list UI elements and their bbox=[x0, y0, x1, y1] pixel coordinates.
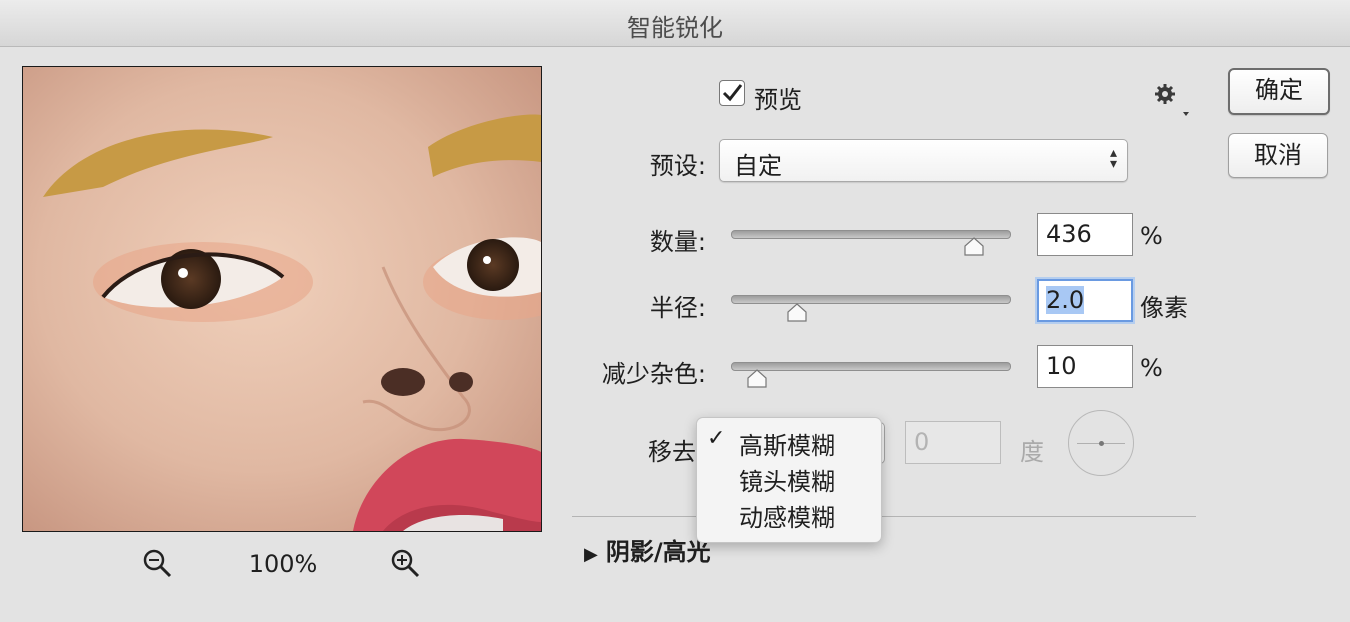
preset-select[interactable]: 自定 ▴ ▾ bbox=[719, 139, 1128, 182]
cancel-button[interactable]: 取消 bbox=[1228, 133, 1328, 178]
preset-value: 自定 bbox=[734, 152, 782, 180]
preview-image[interactable] bbox=[22, 66, 542, 532]
remove-label: 移去 bbox=[648, 438, 696, 466]
angle-dial bbox=[1068, 410, 1134, 476]
menu-item-lens-blur[interactable]: 镜头模糊 bbox=[697, 460, 881, 496]
menu-item-motion-blur[interactable]: 动感模糊 bbox=[697, 496, 881, 532]
updown-arrows-icon: ▴ ▾ bbox=[1109, 145, 1117, 172]
zoom-level: 100% bbox=[248, 550, 318, 578]
face-image bbox=[23, 67, 541, 531]
angle-dial-center bbox=[1099, 441, 1104, 446]
triangle-right-icon: ▶ bbox=[584, 544, 598, 565]
preview-checkbox[interactable] bbox=[719, 80, 745, 106]
zoom-out-icon[interactable] bbox=[142, 548, 172, 578]
reduce-noise-input[interactable]: 10 bbox=[1037, 345, 1133, 388]
radius-unit: 像素 bbox=[1140, 294, 1188, 322]
checkmark-icon: ✓ bbox=[707, 426, 726, 451]
reduce-noise-unit: % bbox=[1140, 354, 1163, 382]
amount-input[interactable]: 436 bbox=[1037, 213, 1133, 256]
reduce-noise-slider-thumb[interactable] bbox=[746, 368, 768, 390]
radius-slider-thumb[interactable] bbox=[786, 302, 808, 324]
amount-label: 数量: bbox=[649, 228, 706, 256]
radius-input[interactable]: 2.0 bbox=[1037, 279, 1133, 322]
section-label: 阴影/高光 bbox=[605, 538, 711, 566]
reduce-noise-label: 减少杂色: bbox=[601, 360, 706, 388]
angle-unit: 度 bbox=[1020, 438, 1044, 466]
radius-value: 2.0 bbox=[1046, 286, 1085, 314]
title-bar: 智能锐化 bbox=[0, 0, 1350, 47]
ok-button[interactable]: 确定 bbox=[1228, 68, 1330, 115]
reduce-noise-slider[interactable] bbox=[731, 362, 1011, 371]
radius-label: 半径: bbox=[649, 294, 706, 322]
amount-slider-thumb[interactable] bbox=[963, 236, 985, 258]
amount-unit: % bbox=[1140, 222, 1163, 250]
remove-dropdown-menu: ✓ 高斯模糊 镜头模糊 动感模糊 bbox=[696, 417, 882, 543]
angle-input: 0 bbox=[905, 421, 1001, 464]
section-divider bbox=[572, 516, 1196, 517]
radius-slider[interactable] bbox=[731, 295, 1011, 304]
checkmark-icon bbox=[722, 84, 743, 102]
menu-item-label: 动感模糊 bbox=[739, 504, 835, 532]
gear-icon[interactable] bbox=[1150, 81, 1190, 117]
menu-item-gaussian-blur[interactable]: ✓ 高斯模糊 bbox=[697, 424, 881, 460]
zoom-in-icon[interactable] bbox=[390, 548, 420, 578]
menu-item-label: 高斯模糊 bbox=[739, 432, 835, 460]
window-title: 智能锐化 bbox=[627, 14, 723, 42]
menu-item-label: 镜头模糊 bbox=[739, 468, 835, 496]
shadows-highlights-section[interactable]: ▶ 阴影/高光 bbox=[584, 532, 711, 567]
preset-label: 预设: bbox=[649, 152, 706, 180]
preview-label: 预览 bbox=[754, 86, 802, 114]
